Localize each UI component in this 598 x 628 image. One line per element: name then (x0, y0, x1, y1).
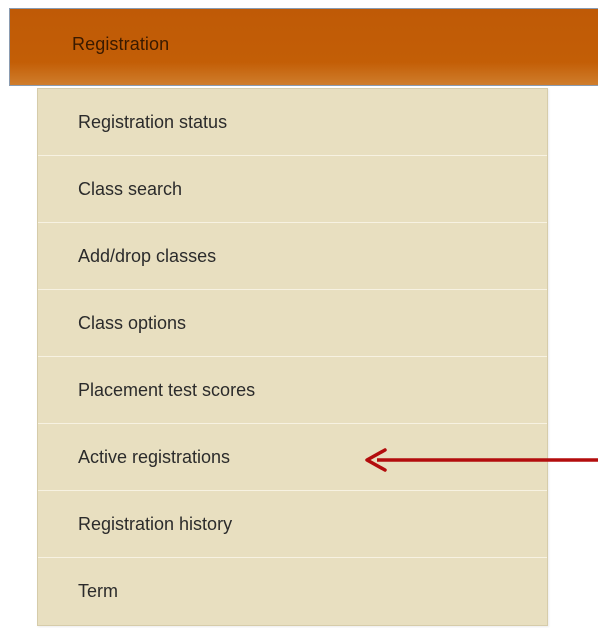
submenu-item-label: Class search (78, 178, 183, 199)
registration-menu-header[interactable]: Registration (9, 8, 598, 86)
submenu-item-label: Class options (78, 312, 187, 333)
submenu-item-label: Placement test scores (78, 379, 256, 400)
submenu-item-placement-test-scores[interactable]: Placement test scores (38, 357, 547, 424)
submenu-item-registration-status[interactable]: Registration status (38, 89, 547, 156)
submenu-item-registration-history[interactable]: Registration history (38, 491, 547, 558)
registration-menu-header-label: Registration (72, 33, 170, 54)
arrow-left-icon-svg (365, 448, 598, 472)
submenu-item-term[interactable]: Term (38, 558, 547, 625)
submenu-item-class-search[interactable]: Class search (38, 156, 547, 223)
submenu-item-label: Term (78, 581, 118, 601)
submenu-item-label: Add/drop classes (78, 245, 217, 266)
submenu-item-label: Registration history (78, 513, 233, 534)
submenu-item-label: Active registrations (78, 446, 231, 467)
submenu-item-class-options[interactable]: Class options (38, 290, 547, 357)
arrow-left-icon (363, 448, 598, 477)
submenu-item-add-drop-classes[interactable]: Add/drop classes (38, 223, 547, 290)
registration-submenu: Registration status Class search Add/dro… (37, 88, 548, 626)
submenu-item-label: Registration status (78, 111, 228, 132)
